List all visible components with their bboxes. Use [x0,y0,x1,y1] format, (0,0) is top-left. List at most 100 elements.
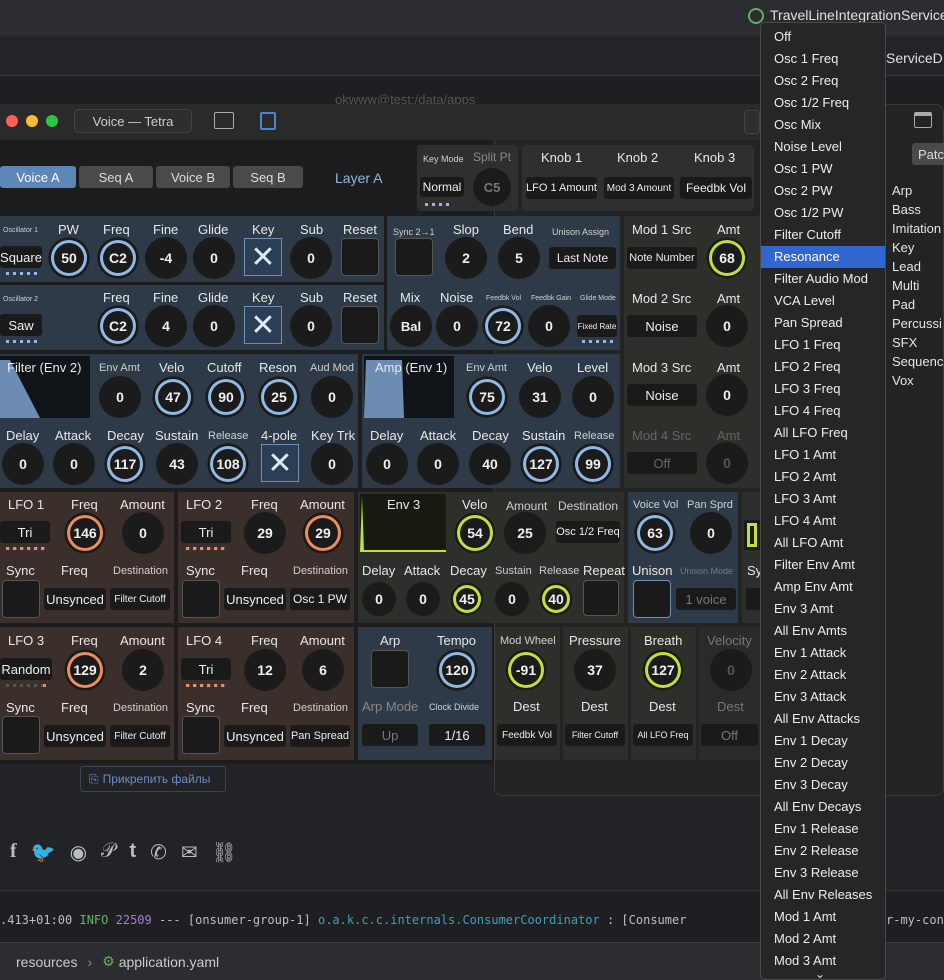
lfo1-sync-toggle[interactable] [2,580,40,618]
menu-item[interactable]: Off [761,26,885,48]
menu-item[interactable]: All Env Amts [761,620,885,642]
menu-item[interactable]: Resonance [761,246,885,268]
osc2-freq-knob[interactable]: C2 [97,305,139,347]
menu-item[interactable]: Env 3 Release [761,862,885,884]
scroll-down-icon[interactable]: ⌄ [815,967,825,979]
menu-item[interactable]: Env 1 Attack [761,642,885,664]
lfo2-dest-select[interactable]: Osc 1 PW [290,588,350,610]
osc1-reset-button[interactable] [341,238,379,276]
amp-release-knob[interactable]: 99 [572,443,614,485]
slop-knob[interactable]: 2 [445,237,487,279]
breadcrumb-file[interactable]: application.yaml [119,954,219,970]
filter-delay-knob[interactable]: 0 [2,443,44,485]
lfo4-amount-knob[interactable]: 6 [302,649,344,691]
menu-item[interactable]: Filter Audio Mod [761,268,885,290]
osc2-sub-knob[interactable]: 0 [290,305,332,347]
osc1-sub-knob[interactable]: 0 [290,237,332,279]
menu-item[interactable]: Osc 1 Freq [761,48,885,70]
pan-sprd-knob[interactable]: 0 [690,512,732,554]
copy-icon[interactable] [260,112,276,130]
filter-velo-knob[interactable]: 47 [152,376,194,418]
sync-toggle[interactable] [395,238,433,276]
env3-sustain-knob[interactable]: 0 [495,582,529,616]
run-config-icon[interactable] [748,8,764,24]
filter-decay-knob[interactable]: 117 [104,443,146,485]
menu-item[interactable]: All Env Releases [761,884,885,906]
menu-item[interactable]: Env 2 Attack [761,664,885,686]
noise-knob[interactable]: 0 [436,305,478,347]
lfo2-amount-knob[interactable]: 29 [302,512,344,554]
menu-item[interactable]: Env 3 Attack [761,686,885,708]
keymode-select[interactable]: Normal [420,177,464,197]
tab-voice-b[interactable]: Voice B [156,166,230,188]
menu-item[interactable]: Filter Env Amt [761,554,885,576]
modwheel-dest-select[interactable]: Feedbk Vol [497,724,557,746]
arp-toggle[interactable] [371,650,409,688]
lfo3-dest-select[interactable]: Filter Cutoff [110,725,170,747]
mod3-amt-knob[interactable]: 0 [706,374,748,416]
minimize-dot[interactable] [26,115,38,127]
osc1-freq-knob[interactable]: C2 [97,237,139,279]
osc1-fine-knob[interactable]: -4 [145,237,187,279]
mod2-amt-knob[interactable]: 0 [706,305,748,347]
osc1-key-toggle[interactable]: ✕ [244,238,282,276]
pressure-knob[interactable]: 37 [574,649,616,691]
modwheel-knob[interactable]: -91 [505,649,547,691]
menu-item[interactable]: All Env Decays [761,796,885,818]
glide-mode-select[interactable]: Fixed Rate [577,315,617,337]
menu-item[interactable]: Env 3 Amt [761,598,885,620]
filter-release-knob[interactable]: 108 [207,443,249,485]
menu-item[interactable]: Noise Level [761,136,885,158]
split-pt-knob[interactable]: C5 [473,168,511,206]
lfo4-dest-select[interactable]: Pan Spread [290,725,350,747]
env3-release-knob[interactable]: 40 [539,582,573,616]
unison-assign-select[interactable]: Last Note [549,247,616,269]
menu-item[interactable]: Filter Cutoff [761,224,885,246]
velocity-dest-select[interactable]: Off [701,724,758,746]
osc2-shape-select[interactable]: Saw [0,314,42,336]
breath-knob[interactable]: 127 [642,649,684,691]
filter-keytrk-knob[interactable]: 0 [311,443,353,485]
lfo2-freq2-select[interactable]: Unsynced [224,588,286,610]
lfo3-shape-select[interactable]: Random [0,658,52,680]
partial-knob[interactable] [744,520,760,550]
lfo1-freq-knob[interactable]: 146 [64,512,106,554]
menu-item[interactable]: VCA Level [761,290,885,312]
category-lead[interactable]: Lead [892,257,943,276]
knob1-select[interactable]: LFO 1 Amount [526,177,597,199]
menu-item[interactable]: Pan Spread [761,312,885,334]
filter-sustain-knob[interactable]: 43 [156,443,198,485]
osc2-glide-knob[interactable]: 0 [193,305,235,347]
menu-item[interactable]: LFO 4 Amt [761,510,885,532]
lfo2-freq-knob[interactable]: 29 [244,512,286,554]
menu-item[interactable]: LFO 2 Freq [761,356,885,378]
patch-button[interactable]: Patc [912,143,944,165]
lfo3-freq2-select[interactable]: Unsynced [44,725,106,747]
lfo1-amount-knob[interactable]: 0 [122,512,164,554]
menu-item[interactable]: Osc 1 PW [761,158,885,180]
category-multi[interactable]: Multi [892,276,943,295]
mix-knob[interactable]: Bal [390,305,432,347]
category-pad[interactable]: Pad [892,295,943,314]
tab-seq-a[interactable]: Seq A [79,166,153,188]
arp-mode-select[interactable]: Up [362,724,418,746]
tab-seq-b[interactable]: Seq B [233,166,303,188]
voice-vol-knob[interactable]: 63 [634,512,676,554]
lfo3-sync-toggle[interactable] [2,716,40,754]
lfo4-freq2-select[interactable]: Unsynced [224,725,286,747]
category-bass[interactable]: Bass [892,200,943,219]
filter-4pole-toggle[interactable]: ✕ [261,444,299,482]
link-icon[interactable]: ⛓ [212,840,237,865]
filter-audmod-knob[interactable]: 0 [311,376,353,418]
menu-item[interactable]: Env 1 Decay [761,730,885,752]
menu-item[interactable]: LFO 1 Amt [761,444,885,466]
menu-item[interactable]: Osc Mix [761,114,885,136]
mod3-src-select[interactable]: Noise [627,384,697,406]
menu-item[interactable]: All Env Attacks [761,708,885,730]
env3-attack-knob[interactable]: 0 [406,582,440,616]
reddit-icon[interactable]: ◉ [70,840,87,865]
filter-cutoff-knob[interactable]: 90 [205,376,247,418]
lfo3-freq-knob[interactable]: 129 [64,649,106,691]
env3-amount-knob[interactable]: 25 [504,512,546,554]
tab-voice-a[interactable]: Voice A [0,166,76,188]
